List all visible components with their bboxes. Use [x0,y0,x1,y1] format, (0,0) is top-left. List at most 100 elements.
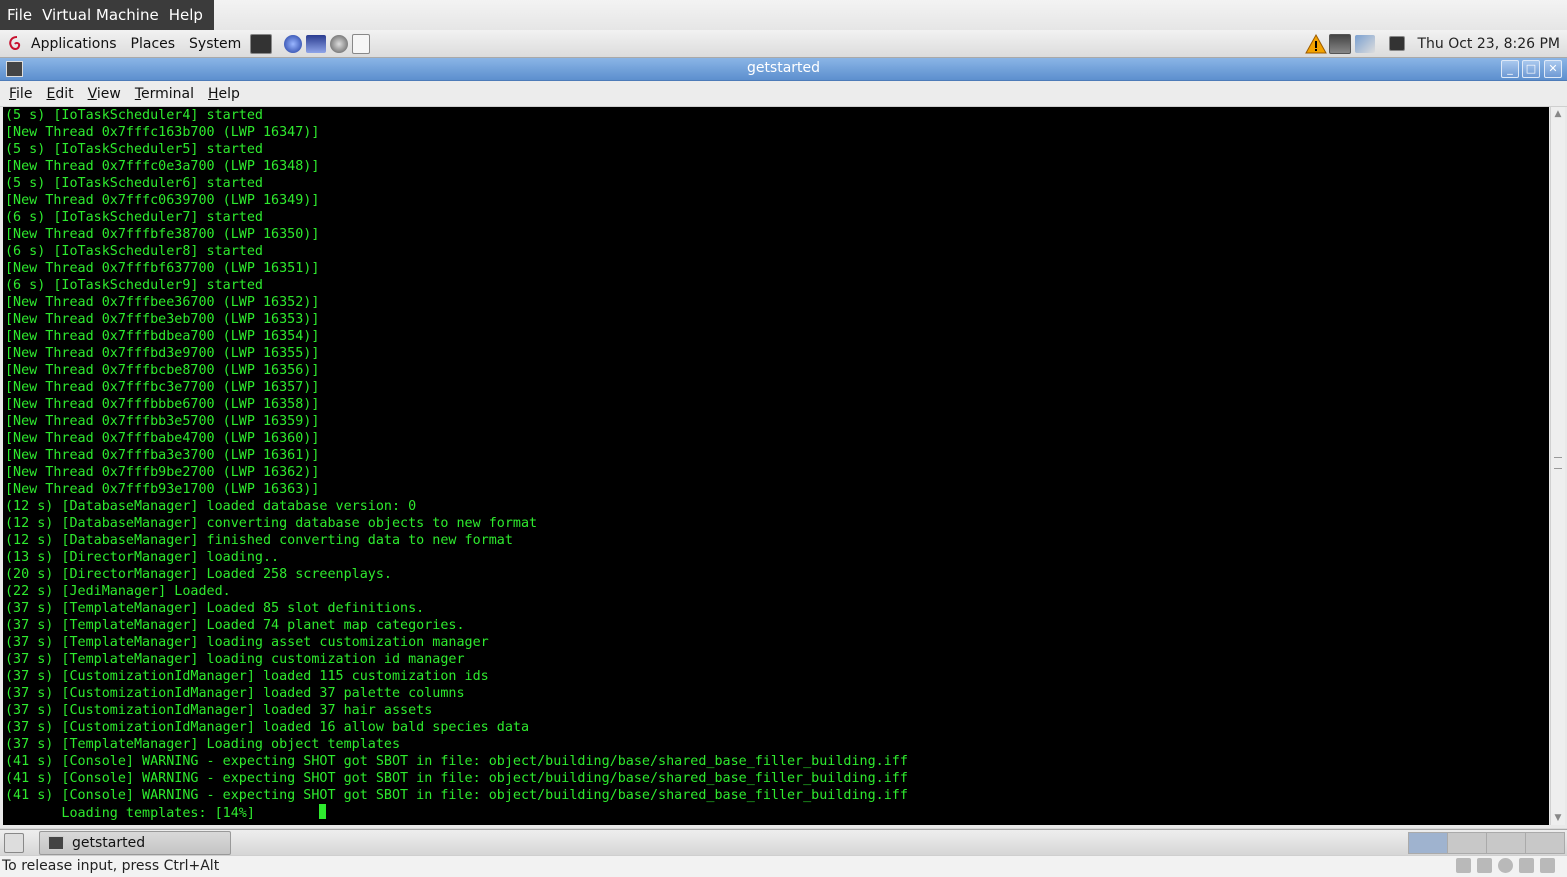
menu-view[interactable]: View [81,86,128,102]
panel-tray: Thu Oct 23, 8:26 PM [1305,30,1567,57]
workspace-1[interactable] [1408,832,1448,854]
terminal-line: [New Thread 0x7fffb93e1700 (LWP 16363)] [5,482,320,497]
network-icon[interactable] [1355,34,1376,53]
terminal-line: [New Thread 0x7fffbee36700 (LWP 16352)] [5,295,320,310]
terminal-line: [New Thread 0x7fffbf637700 (LWP 16351)] [5,261,320,276]
scroll-up-icon[interactable]: ▲ [1551,107,1565,121]
terminal-line: (37 s) [CustomizationIdManager] loaded 1… [5,720,530,735]
terminal-line: (5 s) [IoTaskScheduler5] started [5,142,263,157]
terminal-line: [New Thread 0x7fffbbbe6700 (LWP 16358)] [5,397,320,412]
system-label: System [189,35,242,52]
vm-menu: File Virtual Machine Help [0,0,214,30]
terminal-line: [New Thread 0x7fffbe3eb700 (LWP 16353)] [5,312,320,327]
terminal-line: [New Thread 0x7fffbdbea700 (LWP 16354)] [5,329,320,344]
status-text: To release input, press Ctrl+Alt [2,858,220,874]
minimize-icon[interactable]: _ [1501,60,1519,78]
vm-menu-help[interactable]: Help [164,6,208,24]
mail-icon[interactable] [306,34,327,53]
terminal-line: (12 s) [DatabaseManager] converting data… [5,516,538,531]
network-adapter-icon[interactable] [1456,858,1471,873]
help-icon[interactable] [352,33,371,54]
terminal-line: (20 s) [DirectorManager] Loaded 258 scre… [5,567,392,582]
terminal-line: (12 s) [DatabaseManager] loaded database… [5,499,417,514]
terminal-line: (41 s) [Console] WARNING - expecting SHO… [5,788,908,803]
terminal-line: (37 s) [TemplateManager] loading customi… [5,652,465,667]
terminal-line: [New Thread 0x7fffba3e3700 (LWP 16361)] [5,448,320,463]
terminal-line: [New Thread 0x7fffbcbe8700 (LWP 16356)] [5,363,320,378]
display-icon[interactable] [1329,33,1352,54]
terminal-line: [New Thread 0x7fffbfe38700 (LWP 16350)] [5,227,320,242]
usb-icon[interactable] [1519,858,1534,873]
terminal-line: (37 s) [TemplateManager] loading asset c… [5,635,489,650]
terminal-line: [New Thread 0x7fffbd3e9700 (LWP 16355)] [5,346,320,361]
terminal-line: [New Thread 0x7fffc0e3a700 (LWP 16348)] [5,159,320,174]
places-label: Places [130,35,176,52]
terminal-window: getstarted _ □ ✕ File Edit View Terminal… [0,58,1567,828]
terminal-progress-line: Loading templates: [14%] [5,804,1549,822]
menu-edit[interactable]: Edit [39,86,80,102]
terminal-cursor [319,804,327,819]
terminal-line: (37 s) [CustomizationIdManager] loaded 3… [5,686,465,701]
terminal-line: (6 s) [IoTaskScheduler7] started [5,210,263,225]
terminal-line: [New Thread 0x7fffbc3e7700 (LWP 16357)] [5,380,320,395]
workspace-3[interactable] [1486,832,1526,854]
applications-label: Applications [31,35,117,52]
terminal-line: [New Thread 0x7fffbb3e5700 (LWP 16359)] [5,414,320,429]
terminal-line: (37 s) [TemplateManager] Loaded 74 plane… [5,618,465,633]
terminal-line: [New Thread 0x7fffc163b700 (LWP 16347)] [5,125,320,140]
vm-menu-file[interactable]: File [2,6,37,24]
terminal-line: [New Thread 0x7fffc0639700 (LWP 16349)] [5,193,320,208]
scroll-down-icon[interactable]: ▼ [1551,811,1565,825]
terminal-line: (37 s) [CustomizationIdManager] loaded 3… [5,703,433,718]
workspace-switcher [1408,832,1565,854]
terminal-line: (12 s) [DatabaseManager] finished conver… [5,533,513,548]
terminal-line: (41 s) [Console] WARNING - expecting SHO… [5,771,908,786]
maximize-icon[interactable]: □ [1522,60,1540,78]
menu-help[interactable]: Help [201,86,247,102]
menu-file[interactable]: File [2,86,39,102]
terminal-lines: (5 s) [IoTaskScheduler4] started [New Thr… [3,107,1549,822]
show-desktop-icon[interactable] [4,833,24,853]
system-menu[interactable]: System [182,30,248,57]
terminal-line: (22 s) [JediManager] Loaded. [5,584,231,599]
terminal-line: (6 s) [IoTaskScheduler8] started [5,244,263,259]
menu-terminal[interactable]: Terminal [128,86,201,102]
debian-logo-icon [9,35,21,50]
harddisk-icon[interactable] [1477,858,1492,873]
web-browser-icon[interactable] [284,34,303,53]
terminal-line: (13 s) [DirectorManager] loading.. [5,550,280,565]
clock[interactable]: Thu Oct 23, 8:26 PM [1407,36,1567,52]
terminal-line: (5 s) [IoTaskScheduler6] started [5,176,263,191]
scrollbar-grip[interactable] [1554,457,1562,469]
terminal-line: (6 s) [IoTaskScheduler9] started [5,278,263,293]
close-icon[interactable]: ✕ [1544,60,1562,78]
terminal-output[interactable]: (5 s) [IoTaskScheduler4] started [New Thr… [3,107,1549,825]
applications-menu[interactable]: Applications [0,30,124,57]
vm-statusbar: To release input, press Ctrl+Alt [0,855,1567,877]
terminal-line: [New Thread 0x7fffb9be2700 (LWP 16362)] [5,465,320,480]
cdrom-icon[interactable] [1498,858,1513,873]
vm-menubar: File Virtual Machine Help [0,0,1567,31]
terminal-line: (41 s) [Console] WARNING - expecting SHO… [5,754,908,769]
warning-icon[interactable] [1305,33,1328,54]
vm-menu-virtual-machine[interactable]: Virtual Machine [37,6,164,24]
terminal-line: [New Thread 0x7fffbabe4700 (LWP 16360)] [5,431,320,446]
places-menu[interactable]: Places [124,30,183,57]
terminal-launcher-icon[interactable] [250,33,273,54]
progress-text: Loading templates: [14%] [5,806,320,821]
terminal-line: (37 s) [CustomizationIdManager] loaded 1… [5,669,489,684]
network-tool-icon[interactable] [330,34,349,53]
terminal-line: (37 s) [TemplateManager] Loaded 85 slot … [5,601,425,616]
taskbar-item-getstarted[interactable]: getstarted [39,831,231,855]
top-panel: Applications Places System Thu Oct 23, 8… [0,30,1567,58]
workspace-4[interactable] [1525,832,1565,854]
window-titlebar[interactable]: getstarted _ □ ✕ [0,58,1567,81]
terminal-line: (5 s) [IoTaskScheduler4] started [5,108,263,123]
message-icon[interactable] [1540,858,1555,873]
bottom-panel: getstarted [0,829,1567,855]
taskbar-item-label: getstarted [72,835,146,851]
workspace-2[interactable] [1447,832,1487,854]
terminal-line: (37 s) [TemplateManager] Loading object … [5,737,401,752]
terminal-scrollbar[interactable]: ▲ ▼ [1550,107,1565,825]
terminal-tray-icon[interactable] [1389,36,1406,51]
